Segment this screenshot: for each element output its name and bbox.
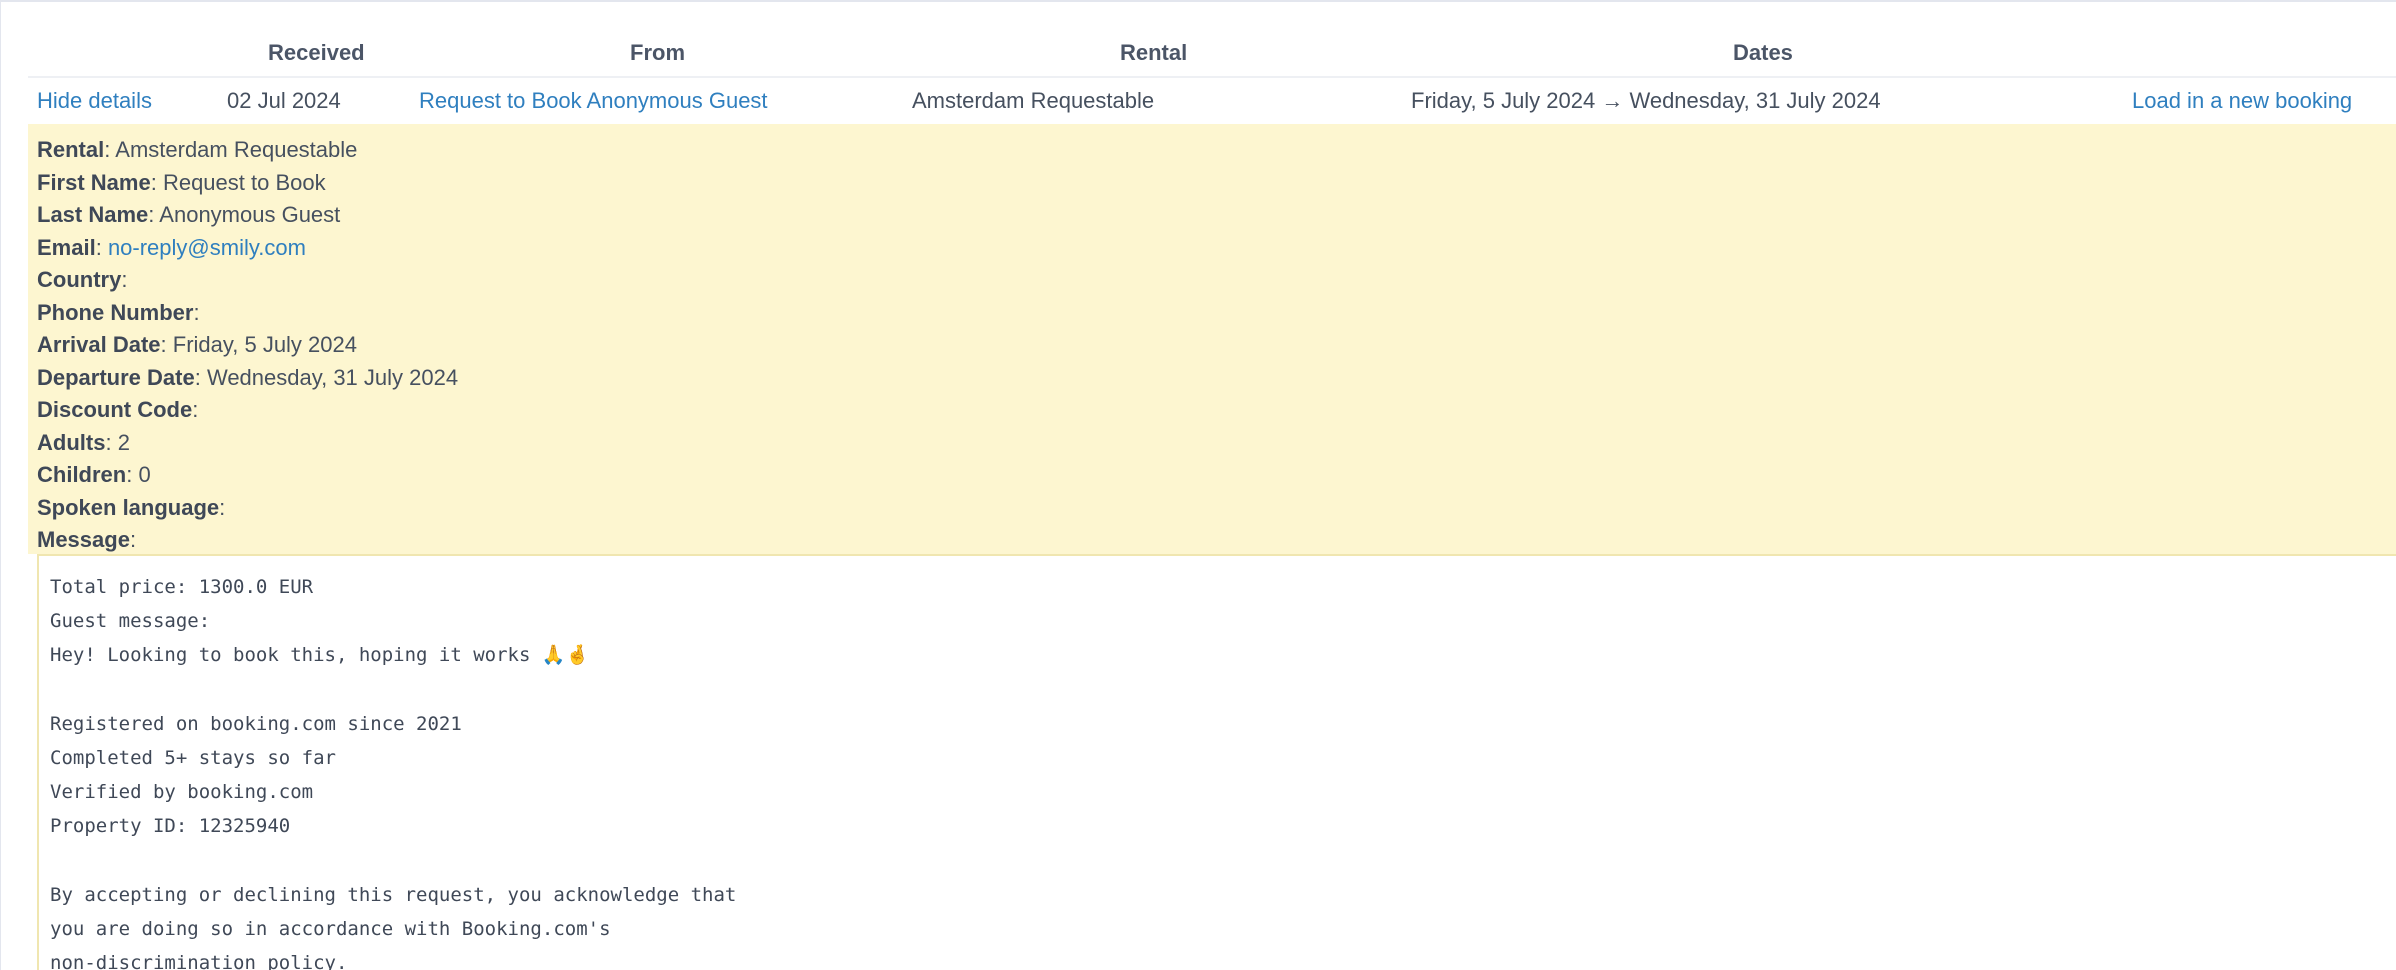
detail-rental: Rental: Amsterdam Requestable bbox=[37, 137, 358, 162]
booking-dates: Friday, 5 July 2024 → Wednesday, 31 July… bbox=[1411, 88, 1881, 113]
email-link[interactable]: no-reply@smily.com bbox=[108, 235, 306, 260]
detail-email: Email: no-reply@smily.com bbox=[37, 234, 306, 260]
message-line: Property ID: 12325940 bbox=[50, 815, 291, 838]
detail-country: Country: bbox=[37, 267, 128, 292]
message-line: Guest message: bbox=[50, 610, 211, 633]
message-body: Total price: 1300.0 EUR Guest message: H… bbox=[37, 554, 2396, 970]
message-line: By accepting or declining this request, … bbox=[50, 883, 737, 906]
rental-name: Amsterdam Requestable bbox=[912, 88, 1155, 113]
column-header-received: Received bbox=[268, 40, 365, 65]
message-line: Completed 5+ stays so far bbox=[50, 746, 336, 769]
detail-message: Message: bbox=[37, 527, 137, 552]
detail-arrival-date: Arrival Date: Friday, 5 July 2024 bbox=[37, 332, 357, 357]
request-details-panel: Rental: Amsterdam Requestable First Name… bbox=[28, 124, 2396, 554]
message-line bbox=[50, 673, 2396, 707]
load-in-new-booking-link[interactable]: Load in a new booking bbox=[2132, 88, 2352, 113]
detail-first-name: First Name: Request to Book bbox=[37, 169, 326, 195]
column-header-rental: Rental bbox=[1120, 40, 1188, 65]
message-line: Registered on booking.com since 2021 bbox=[50, 712, 462, 735]
detail-adults: Adults: 2 bbox=[37, 429, 130, 455]
message-line: you are doing so in accordance with Book… bbox=[50, 917, 611, 940]
message-line: Verified by booking.com bbox=[50, 781, 314, 804]
detail-spoken-language: Spoken language: bbox=[37, 494, 226, 520]
detail-phone-number: Phone Number: bbox=[37, 299, 200, 325]
detail-discount-code: Discount Code: bbox=[37, 397, 199, 422]
message-line: non-discrimination policy. bbox=[50, 952, 348, 970]
column-header-from: From bbox=[630, 40, 685, 65]
detail-last-name: Last Name: Anonymous Guest bbox=[37, 202, 341, 227]
message-line bbox=[50, 844, 2396, 878]
detail-departure-date: Departure Date: Wednesday, 31 July 2024 bbox=[37, 364, 459, 390]
table-row: Hide details bbox=[37, 88, 152, 114]
message-line: Total price: 1300.0 EUR bbox=[50, 576, 314, 598]
received-date: 02 Jul 2024 bbox=[227, 88, 341, 113]
from-guest-link[interactable]: Request to Book Anonymous Guest bbox=[419, 88, 768, 113]
booking-requests-page: Received From Rental Dates Hide details … bbox=[0, 0, 2396, 970]
header-divider bbox=[28, 76, 2396, 78]
message-line: Hey! Looking to book this, hoping it wor… bbox=[50, 644, 590, 667]
hide-details-link[interactable]: Hide details bbox=[37, 88, 152, 113]
column-header-dates: Dates bbox=[1733, 40, 1793, 65]
detail-children: Children: 0 bbox=[37, 462, 151, 487]
